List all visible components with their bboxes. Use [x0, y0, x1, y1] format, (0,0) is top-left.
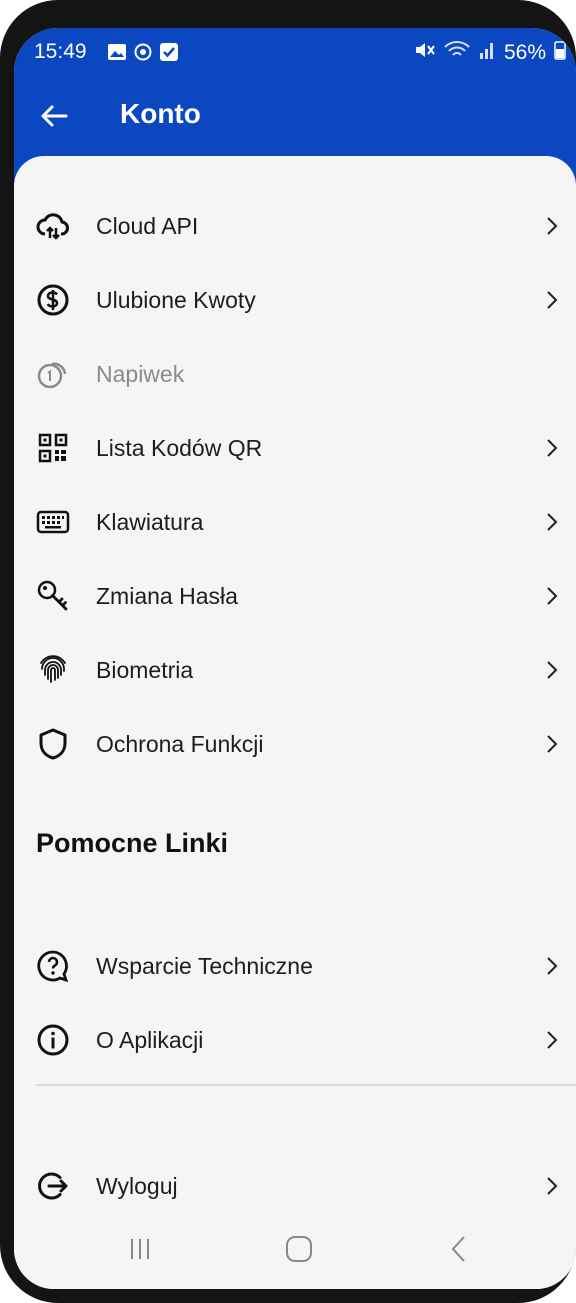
chevron-right-icon — [542, 732, 562, 756]
menu-item-keyboard[interactable]: Klawiatura — [14, 485, 576, 559]
menu-item-change-password[interactable]: Zmiana Hasła — [14, 559, 576, 633]
menu-item-label: Klawiatura — [96, 508, 204, 535]
menu-item-label: Ulubione Kwoty — [96, 286, 256, 313]
info-circle-icon — [36, 1023, 70, 1057]
key-icon — [36, 579, 70, 613]
chevron-right-icon — [542, 510, 562, 534]
signal-icon — [478, 41, 496, 65]
dollar-circle-icon — [36, 283, 70, 317]
cloud-sync-icon — [36, 209, 70, 243]
settings-list: Cloud API Ulubione Kwoty Napiwek Lista K… — [14, 156, 576, 1289]
recents-icon[interactable] — [120, 1229, 160, 1269]
chevron-right-icon — [542, 1174, 562, 1198]
chevron-right-icon — [542, 436, 562, 460]
status-left-icons — [107, 42, 179, 62]
menu-item-label: Wsparcie Techniczne — [96, 952, 313, 979]
divider — [36, 1084, 576, 1086]
menu-item-favorite-amounts[interactable]: Ulubione Kwoty — [14, 263, 576, 337]
chevron-right-icon — [542, 288, 562, 312]
menu-item-label: O Aplikacji — [96, 1026, 204, 1053]
status-right: 56% — [414, 40, 566, 66]
qr-code-icon — [36, 431, 70, 465]
battery-level: 56% — [503, 41, 546, 64]
page-title: Konto — [120, 98, 201, 129]
menu-item-qr-codes[interactable]: Lista Kodów QR — [14, 411, 576, 485]
menu-item-label: Zmiana Hasła — [96, 582, 238, 609]
menu-item-tip[interactable]: Napiwek — [14, 337, 576, 411]
wifi-icon — [444, 40, 470, 66]
chevron-right-icon — [542, 214, 562, 238]
menu-item-about-app[interactable]: O Aplikacji — [14, 1003, 576, 1077]
phone-frame: 15:49 56% Konto Cloud API Ulubione Kwoty… — [0, 0, 576, 1303]
menu-item-label: Lista Kodów QR — [96, 434, 263, 461]
status-bar: 15:49 56% — [14, 28, 576, 80]
fingerprint-icon — [36, 653, 70, 687]
gallery-icon — [107, 42, 127, 62]
menu-item-feature-protection[interactable]: Ochrona Funkcji — [14, 707, 576, 781]
menu-item-label: Ochrona Funkcji — [96, 730, 264, 757]
sync-icon — [133, 42, 153, 62]
section-title-helpful-links: Pomocne Linki — [36, 828, 229, 858]
chevron-right-icon — [542, 954, 562, 978]
system-nav-bar — [14, 1209, 576, 1289]
menu-item-label: Wyloguj — [96, 1172, 178, 1199]
battery-icon — [554, 40, 566, 66]
tip-coin-icon — [36, 357, 70, 391]
menu-item-tech-support[interactable]: Wsparcie Techniczne — [14, 929, 576, 1003]
help-bubble-icon — [36, 949, 70, 983]
menu-item-biometrics[interactable]: Biometria — [14, 633, 576, 707]
logout-icon — [36, 1169, 70, 1203]
chevron-right-icon — [542, 584, 562, 608]
menu-item-label: Napiwek — [96, 360, 185, 387]
arrow-left-icon[interactable] — [36, 98, 72, 134]
menu-item-label: Cloud API — [96, 212, 199, 239]
checkbox-icon — [159, 42, 179, 62]
status-time: 15:49 — [34, 40, 87, 63]
back-icon[interactable] — [439, 1229, 479, 1269]
keyboard-icon — [36, 505, 70, 539]
mute-icon — [414, 41, 436, 65]
chevron-right-icon — [542, 658, 562, 682]
menu-item-label: Biometria — [96, 656, 194, 683]
menu-item-cloud-api[interactable]: Cloud API — [14, 189, 576, 263]
home-icon[interactable] — [279, 1229, 319, 1269]
screen: 15:49 56% Konto Cloud API Ulubione Kwoty… — [14, 28, 576, 1289]
chevron-right-icon — [542, 1028, 562, 1052]
shield-icon — [36, 727, 70, 761]
